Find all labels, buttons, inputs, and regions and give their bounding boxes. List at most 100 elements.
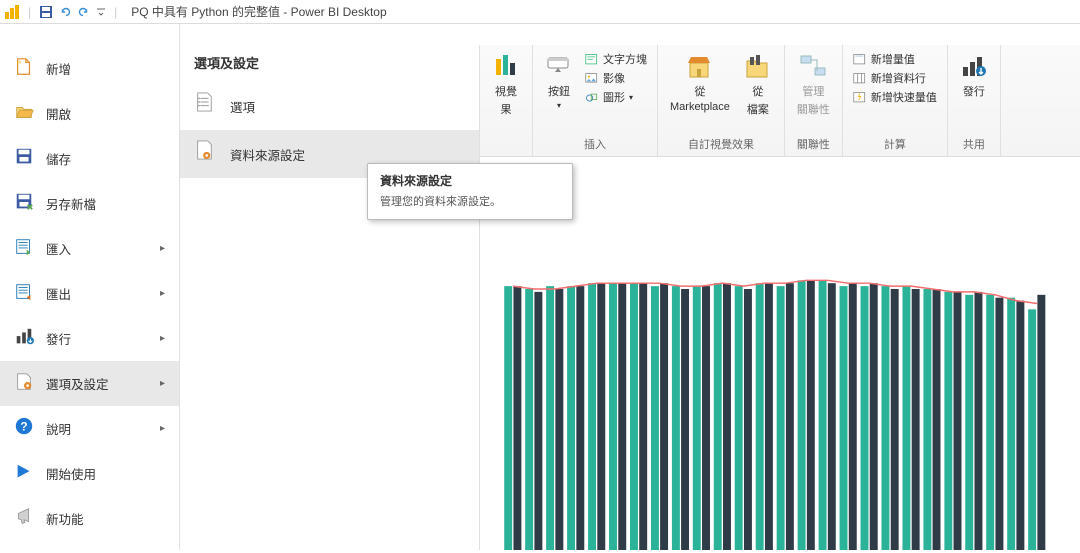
chevron-right-icon: ▸	[160, 333, 165, 344]
import-icon	[14, 237, 34, 260]
bar-a	[588, 283, 596, 550]
bar-a	[546, 286, 554, 550]
file-menu-item-label: 開始使用	[46, 464, 96, 483]
bar-b	[555, 289, 563, 550]
ribbon-button-small[interactable]: 文字方塊	[583, 51, 649, 69]
file-menu-item-options[interactable]: 選項及設定 ▸	[0, 361, 179, 406]
ribbon-group-label: 自訂視覺效果	[658, 136, 784, 152]
main-area: 檔案 新增開啟儲存另存新檔匯入▸匯出▸發行▸選項及設定▸?說明▸開始使用新功能 …	[0, 24, 1080, 550]
file-menu-item-label: 儲存	[46, 149, 71, 168]
save-icon[interactable]	[39, 5, 53, 19]
ribbon-button[interactable]: 從Marketplace	[666, 49, 734, 119]
bar-a	[693, 286, 701, 550]
file-menu-item-save[interactable]: 儲存	[0, 136, 179, 181]
undo-icon[interactable]	[59, 5, 73, 19]
bar-a	[965, 295, 973, 550]
bar-b	[954, 292, 962, 550]
file-menu-item-start[interactable]: 開始使用	[0, 451, 179, 496]
bar-a	[944, 292, 952, 550]
ribbon-group: 發行共用	[948, 45, 1001, 156]
ribbon-button[interactable]: 管理關聯性	[793, 49, 834, 119]
bar-a	[567, 286, 575, 550]
bar-b	[974, 292, 982, 550]
tooltip-body: 管理您的資料來源設定。	[380, 193, 560, 209]
options-icon	[14, 372, 34, 395]
publish-icon	[14, 327, 34, 350]
bar-b	[597, 283, 605, 550]
tooltip: 資料來源設定 管理您的資料來源設定。	[367, 163, 573, 220]
bar-b	[681, 289, 689, 550]
file-menu-item-publish[interactable]: 發行▸	[0, 316, 179, 361]
bar-b	[660, 283, 668, 550]
file-menu-item-label: 新增	[46, 59, 71, 78]
ribbon-button-按鈕[interactable]: 按鈕▾	[541, 49, 577, 112]
bar-b	[1037, 295, 1045, 550]
bar-a	[756, 283, 764, 550]
ribbon-button-small[interactable]: 新增資料行	[851, 70, 939, 88]
bar-b	[912, 289, 920, 550]
bar-b	[807, 280, 815, 550]
bar-a	[651, 286, 659, 550]
bar-a	[1028, 309, 1036, 550]
help-icon: ?	[14, 417, 34, 440]
bar-b	[870, 283, 878, 550]
submenu-item[interactable]: 選項	[180, 82, 479, 130]
bar-b	[849, 283, 857, 550]
doc-gear-icon	[194, 140, 216, 168]
ribbon-group: 管理關聯性關聯性	[785, 45, 843, 156]
bar-b	[639, 283, 647, 550]
ribbon: 視覺果按鈕▾文字方塊影像圖形▾插入從Marketplace從檔案自訂視覺效果管理…	[480, 45, 1080, 157]
chevron-down-icon: ▾	[557, 101, 561, 110]
ribbon-group: 新增量值新增資料行新增快速量值計算	[843, 45, 948, 156]
ribbon-group: 從Marketplace從檔案自訂視覺效果	[658, 45, 785, 156]
ribbon-button[interactable]: 發行	[956, 49, 992, 101]
bar-a	[881, 286, 889, 550]
bar-b	[534, 292, 542, 550]
doc-list-icon	[194, 92, 216, 120]
redo-icon[interactable]	[76, 5, 90, 19]
bar-b	[513, 286, 521, 550]
ribbon-group: 視覺果	[480, 45, 533, 156]
ribbon-group-label: 關聯性	[785, 136, 842, 152]
bar-b	[1016, 301, 1024, 550]
bar-a	[525, 289, 533, 550]
ribbon-button-small[interactable]: 圖形▾	[583, 89, 649, 107]
ribbon-button[interactable]: 從檔案	[740, 49, 776, 119]
file-menu-item-whatsnew[interactable]: 新功能	[0, 496, 179, 541]
bar-a	[923, 289, 931, 550]
submenu-title: 選項及設定	[180, 45, 479, 82]
bar-a	[672, 286, 680, 550]
file-menu-item-new[interactable]: 新增	[0, 46, 179, 91]
chevron-right-icon: ▸	[160, 378, 165, 389]
chevron-right-icon: ▸	[160, 423, 165, 434]
ribbon-button-partial[interactable]: 視覺果	[488, 49, 524, 119]
file-menu-item-import[interactable]: 匯入▸	[0, 226, 179, 271]
bar-b	[933, 289, 941, 550]
file-menu-item-help[interactable]: ?說明▸	[0, 406, 179, 451]
bar-a	[630, 283, 638, 550]
ribbon-button-small[interactable]: 新增快速量值	[851, 89, 939, 107]
ribbon-button-small[interactable]: 新增量值	[851, 51, 939, 69]
bar-a	[504, 286, 512, 550]
chevron-right-icon: ▸	[160, 243, 165, 254]
bar-b	[828, 283, 836, 550]
file-menu-item-open[interactable]: 開啟	[0, 91, 179, 136]
file-menu-item-saveas[interactable]: 另存新檔	[0, 181, 179, 226]
bar-b	[786, 283, 794, 550]
tooltip-title: 資料來源設定	[380, 172, 560, 189]
app-logo-icon	[4, 4, 20, 20]
open-icon	[14, 102, 34, 125]
file-menu: 新增開啟儲存另存新檔匯入▸匯出▸發行▸選項及設定▸?說明▸開始使用新功能	[0, 24, 180, 550]
file-menu-item-label: 匯出	[46, 284, 71, 303]
bar-b	[765, 283, 773, 550]
bar-a	[840, 286, 848, 550]
save-icon	[14, 147, 34, 170]
title-bar: | | PQ 中具有 Python 的完整值 - Power BI Deskto…	[0, 0, 1080, 24]
separator: |	[28, 5, 31, 19]
ribbon-button-small[interactable]: 影像	[583, 70, 649, 88]
file-menu-item-label: 選項及設定	[46, 374, 109, 393]
chevron-down-icon: ▾	[629, 90, 633, 106]
qat-dropdown-icon[interactable]	[96, 7, 106, 17]
file-menu-item-label: 另存新檔	[46, 194, 96, 213]
file-menu-item-export[interactable]: 匯出▸	[0, 271, 179, 316]
